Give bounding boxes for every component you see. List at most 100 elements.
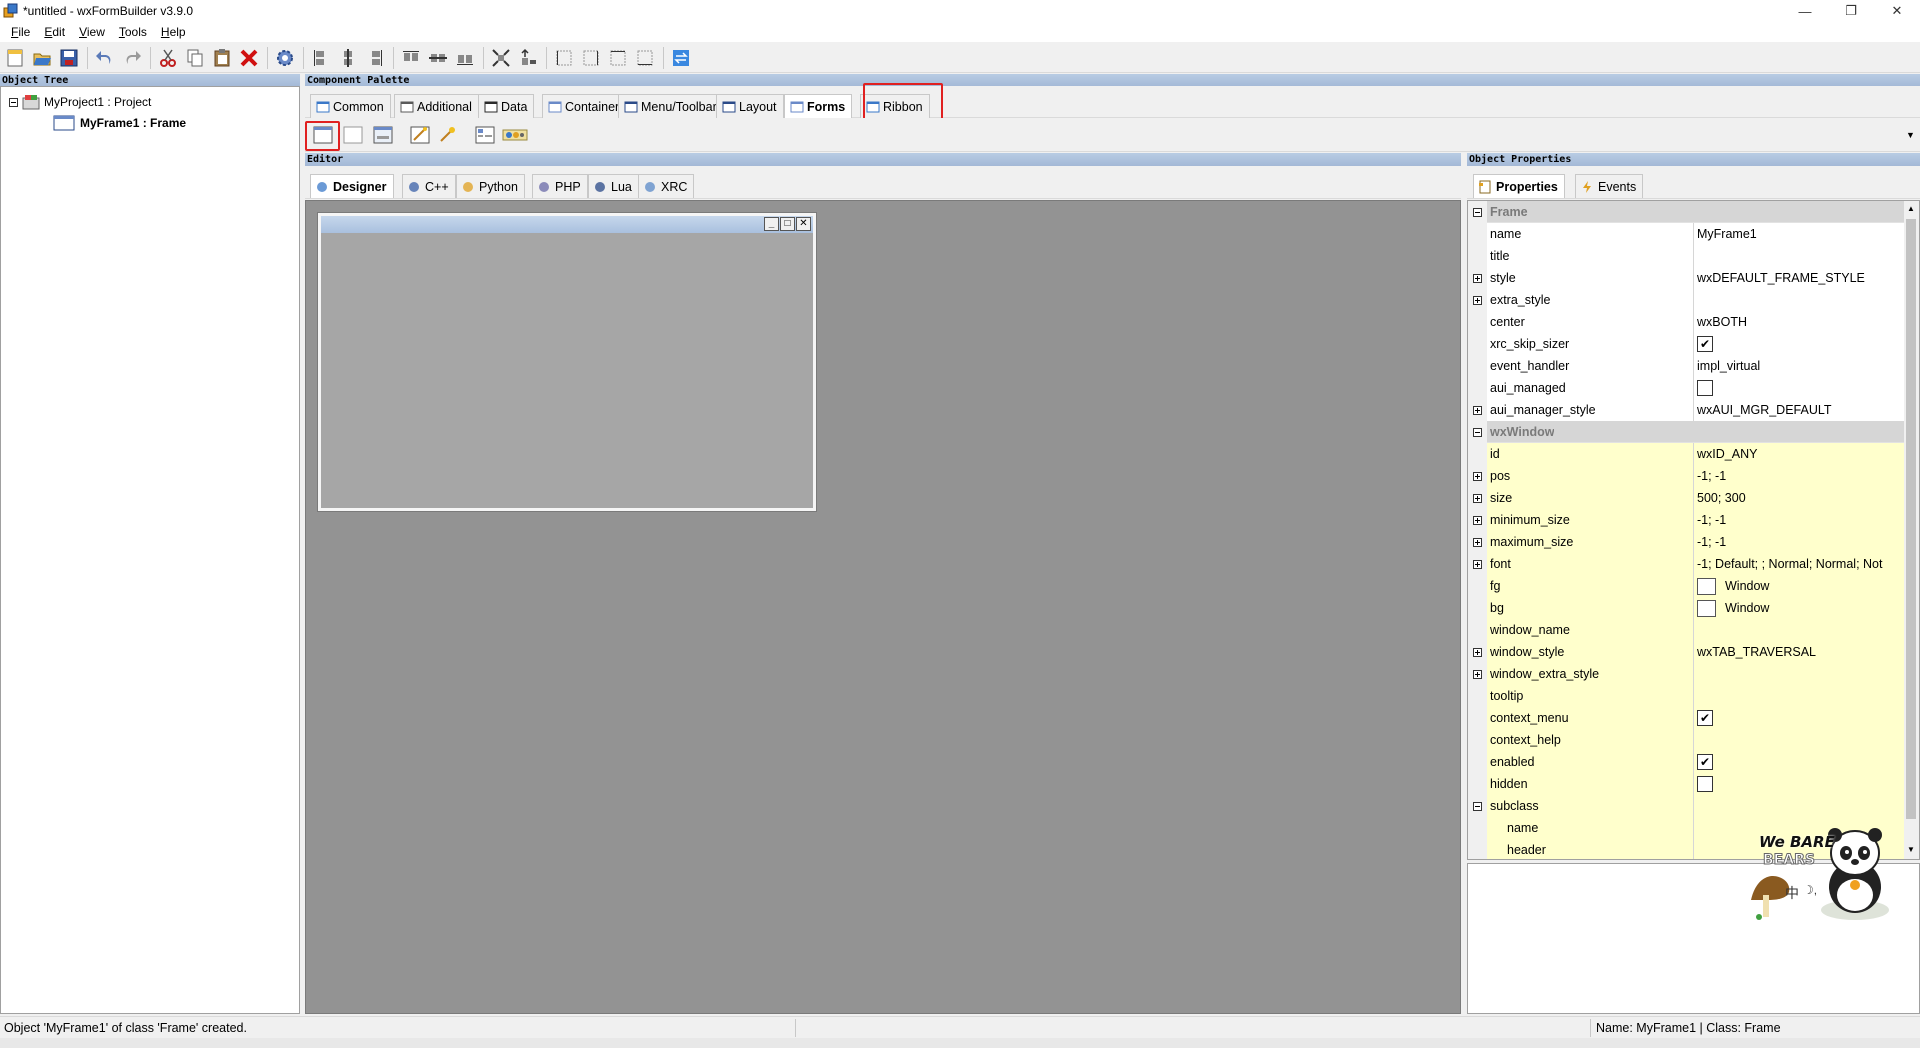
property-row-aui-manager-style[interactable]: aui_manager_style wxAUI_MGR_DEFAULT	[1468, 399, 1904, 421]
property-row-center[interactable]: center wxBOTH	[1468, 311, 1904, 333]
palette-tab-menutoolbar[interactable]: Menu/Toolbar	[618, 94, 724, 118]
swap-icon[interactable]	[668, 45, 694, 71]
editor-tab-python[interactable]: Python	[456, 174, 525, 198]
property-grid-scrollbar[interactable]: ▲ ▼	[1902, 201, 1919, 859]
wizard-page-component-icon[interactable]	[435, 123, 459, 147]
property-value[interactable]: -1; -1	[1694, 509, 1904, 531]
open-project-icon[interactable]	[29, 45, 55, 71]
property-row-context-help[interactable]: context_help	[1468, 729, 1904, 751]
property-row-context-menu[interactable]: context_menu ✔	[1468, 707, 1904, 729]
property-row-event-handler[interactable]: event_handler impl_virtual	[1468, 355, 1904, 377]
border-left-icon[interactable]	[551, 45, 577, 71]
menubar-form-component-icon[interactable]	[473, 123, 497, 147]
save-project-icon[interactable]	[56, 45, 82, 71]
checked-checkbox[interactable]: ✔	[1697, 710, 1713, 726]
property-value[interactable]: impl_virtual	[1694, 355, 1904, 377]
checked-checkbox[interactable]: ✔	[1697, 754, 1713, 770]
property-value[interactable]	[1694, 773, 1904, 795]
expand-icon[interactable]	[488, 45, 514, 71]
border-bottom-icon[interactable]	[632, 45, 658, 71]
property-row-enabled[interactable]: enabled ✔	[1468, 751, 1904, 773]
scrollbar-thumb[interactable]	[1906, 219, 1916, 819]
tab-events[interactable]: Events	[1575, 174, 1644, 198]
align-right-icon[interactable]	[362, 45, 388, 71]
property-row-bg[interactable]: bg Window	[1468, 597, 1904, 619]
property-row-subclass[interactable]: subclass	[1468, 795, 1904, 817]
property-value[interactable]: -1; Default; ; Normal; Normal; Not	[1694, 553, 1904, 575]
expand-icon[interactable]	[1468, 663, 1487, 685]
align-center-vertical-icon[interactable]	[425, 45, 451, 71]
property-row-tooltip[interactable]: tooltip	[1468, 685, 1904, 707]
scroll-up-icon[interactable]: ▲	[1907, 204, 1915, 213]
property-value[interactable]	[1694, 685, 1904, 707]
property-value[interactable]: wxAUI_MGR_DEFAULT	[1694, 399, 1904, 421]
palette-tab-forms[interactable]: Forms	[784, 94, 853, 118]
expand-icon[interactable]	[1468, 465, 1487, 487]
expand-icon[interactable]	[1468, 487, 1487, 509]
tree-item-project[interactable]: MyProject1 : Project	[9, 93, 151, 111]
property-category-frame[interactable]: Frame	[1468, 201, 1904, 223]
editor-tab-php[interactable]: PHP	[532, 174, 588, 198]
property-row-id[interactable]: id wxID_ANY	[1468, 443, 1904, 465]
palette-overflow-icon[interactable]: ▼	[1906, 130, 1915, 140]
property-value[interactable]	[1694, 729, 1904, 751]
align-bottom-icon[interactable]	[452, 45, 478, 71]
close-button[interactable]: ✕	[1874, 0, 1920, 22]
property-value[interactable]: 500; 300	[1694, 487, 1904, 509]
copy-icon[interactable]	[182, 45, 208, 71]
property-row-size[interactable]: size 500; 300	[1468, 487, 1904, 509]
expand-icon[interactable]	[1468, 267, 1487, 289]
property-value[interactable]: wxID_ANY	[1694, 443, 1904, 465]
property-value[interactable]	[1694, 245, 1904, 267]
palette-tab-common[interactable]: Common	[310, 94, 391, 118]
undo-icon[interactable]	[92, 45, 118, 71]
generate-code-gear-icon[interactable]	[272, 45, 298, 71]
property-value[interactable]: ✔	[1694, 333, 1904, 355]
tab-properties[interactable]: Properties	[1473, 174, 1565, 198]
checked-checkbox[interactable]: ✔	[1697, 336, 1713, 352]
menu-file[interactable]: File	[4, 25, 37, 39]
design-frame-myframe1[interactable]: _ □ ✕	[318, 213, 816, 511]
property-value[interactable]	[1694, 289, 1904, 311]
menu-view[interactable]: View	[72, 25, 112, 39]
expand-icon[interactable]	[1468, 289, 1487, 311]
cut-icon[interactable]	[155, 45, 181, 71]
property-category-wxwindow[interactable]: wxWindow	[1468, 421, 1904, 443]
property-value[interactable]: ✔	[1694, 751, 1904, 773]
panel-component-icon[interactable]	[341, 123, 365, 147]
editor-tab-xrc[interactable]: XRC	[638, 174, 695, 198]
property-row-font[interactable]: font -1; Default; ; Normal; Normal; Not	[1468, 553, 1904, 575]
expand-icon[interactable]	[1468, 641, 1487, 663]
unchecked-checkbox[interactable]	[1697, 380, 1713, 396]
expand-icon[interactable]	[1468, 509, 1487, 531]
menu-tools[interactable]: Tools	[112, 25, 154, 39]
property-row-window-extra-style[interactable]: window_extra_style	[1468, 663, 1904, 685]
collapse-icon[interactable]	[9, 97, 18, 107]
property-row-maximum-size[interactable]: maximum_size -1; -1	[1468, 531, 1904, 553]
property-value[interactable]: Window	[1694, 575, 1904, 597]
property-row-window-name[interactable]: window_name	[1468, 619, 1904, 641]
property-row-fg[interactable]: fg Window	[1468, 575, 1904, 597]
wizard-component-icon[interactable]	[408, 123, 432, 147]
property-row-aui-managed[interactable]: aui_managed	[1468, 377, 1904, 399]
property-row-window-style[interactable]: window_style wxTAB_TRAVERSAL	[1468, 641, 1904, 663]
palette-tab-additional[interactable]: Additional	[394, 94, 479, 118]
unchecked-checkbox[interactable]	[1697, 776, 1713, 792]
border-top-icon[interactable]	[605, 45, 631, 71]
toolbar-form-component-icon[interactable]	[501, 123, 529, 147]
paste-icon[interactable]	[209, 45, 235, 71]
minimize-button[interactable]: —	[1782, 0, 1828, 22]
expand-icon[interactable]	[1468, 531, 1487, 553]
color-swatch[interactable]	[1697, 577, 1716, 595]
tree-item-frame[interactable]: MyFrame1 : Frame	[53, 114, 186, 132]
property-value[interactable]	[1694, 795, 1904, 817]
property-value[interactable]	[1694, 377, 1904, 399]
property-value[interactable]	[1694, 663, 1904, 685]
palette-tab-data[interactable]: Data	[478, 94, 535, 118]
dialog-component-icon[interactable]	[371, 123, 395, 147]
align-left-icon[interactable]	[308, 45, 334, 71]
property-value[interactable]: Window	[1694, 597, 1904, 619]
property-value[interactable]: -1; -1	[1694, 465, 1904, 487]
property-row-xrc-skip-sizer[interactable]: xrc_skip_sizer ✔	[1468, 333, 1904, 355]
expand-icon[interactable]	[1468, 399, 1487, 421]
